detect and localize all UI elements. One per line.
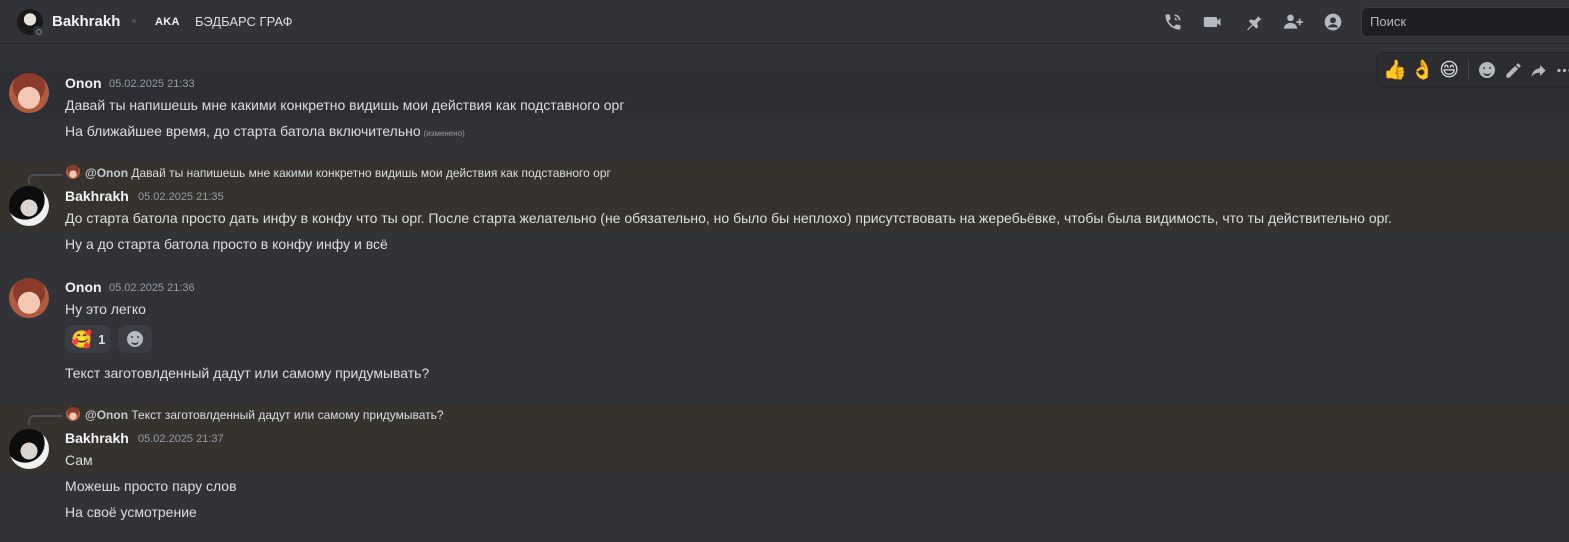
search-box[interactable]: [1361, 7, 1569, 37]
message-text: На ближайшее время, до старта батола вкл…: [65, 123, 465, 139]
ok-hand-emoji-button[interactable]: 👌: [1411, 56, 1435, 84]
search-input[interactable]: [1362, 8, 1562, 35]
add-reaction-button[interactable]: [118, 325, 152, 353]
message-text: Сам: [65, 452, 93, 468]
message-list: Onon 05.02.2025 21:33 Давай ты напишешь …: [0, 45, 1569, 542]
message-text: Можешь просто пару слов: [65, 478, 237, 494]
more-icon[interactable]: [1553, 56, 1569, 84]
reply-connector: [28, 174, 62, 184]
reply-mention[interactable]: @Onon: [85, 408, 128, 422]
message-timestamp: 05.02.2025 21:35: [138, 191, 224, 203]
separator-dot: [132, 19, 136, 23]
reply-avatar: [66, 165, 80, 179]
message-timestamp: 05.02.2025 21:33: [109, 78, 195, 90]
reply-preview-text: Давай ты напишешь мне какими конкретно в…: [131, 166, 611, 180]
message-text: Ну а до старта батола просто в конфу инф…: [65, 236, 388, 252]
status-offline-icon: [33, 26, 43, 36]
message-text: До старта батола просто дать инфу в конф…: [65, 210, 1392, 226]
message-text: Давай ты напишешь мне какими конкретно в…: [65, 97, 625, 113]
avatar[interactable]: [9, 186, 49, 226]
dm-username[interactable]: Bakhrakh: [52, 13, 120, 30]
forward-icon[interactable]: [1528, 56, 1550, 84]
aka-label: AKA: [155, 16, 180, 28]
avatar[interactable]: [9, 73, 49, 113]
server-tag[interactable]: БЭДБАРС ГРАФ: [195, 14, 293, 29]
reply-preview[interactable]: @Onon Текст заготовлденный дадут или сам…: [85, 408, 444, 422]
voice-call-icon[interactable]: [1162, 11, 1184, 33]
reply-preview[interactable]: @Onon Давай ты напишешь мне какими конкр…: [85, 166, 611, 180]
reaction-count: 1: [98, 331, 106, 347]
message-actions-toolbar: 👍 👌 😄: [1376, 52, 1569, 88]
message-timestamp: 05.02.2025 21:37: [138, 433, 224, 445]
edited-label: (изменено): [423, 129, 465, 138]
avatar[interactable]: [9, 278, 49, 318]
channel-header: Bakhrakh AKA БЭДБАРС ГРАФ: [0, 0, 1569, 44]
message-text: Текст заготовлденный дадут или самому пр…: [65, 365, 430, 381]
edit-icon[interactable]: [1502, 56, 1524, 84]
message-author[interactable]: Bakhrakh: [65, 188, 129, 204]
reaction-chip[interactable]: 🥰 1: [65, 325, 112, 353]
reply-mention[interactable]: @Onon: [85, 166, 128, 180]
pin-icon[interactable]: [1242, 11, 1264, 33]
reply-preview-text: Текст заготовлденный дадут или самому пр…: [131, 408, 444, 422]
message-line: На ближайшее время, до старта батола вкл…: [65, 123, 421, 139]
add-friend-icon[interactable]: [1282, 11, 1304, 33]
message-text: На своё усмотрение: [65, 504, 197, 520]
reply-avatar: [66, 407, 80, 421]
profile-icon[interactable]: [1322, 11, 1344, 33]
message-author[interactable]: Onon: [65, 75, 102, 91]
thumbs-up-emoji-button[interactable]: 👍: [1383, 56, 1407, 84]
message-text: Ну это легко: [65, 301, 146, 317]
toolbar-divider: [1467, 60, 1469, 80]
smiling-hearts-emoji: 🥰: [71, 329, 93, 349]
avatar[interactable]: [9, 429, 49, 469]
message-author[interactable]: Onon: [65, 279, 102, 295]
reply-connector: [28, 415, 62, 425]
add-reaction-icon: [127, 331, 143, 347]
video-call-icon[interactable]: [1202, 11, 1224, 33]
message-author[interactable]: Bakhrakh: [65, 430, 129, 446]
grinning-emoji-button[interactable]: 😄: [1438, 56, 1460, 84]
add-reaction-icon[interactable]: [1477, 56, 1499, 84]
message-timestamp: 05.02.2025 21:36: [109, 282, 195, 294]
